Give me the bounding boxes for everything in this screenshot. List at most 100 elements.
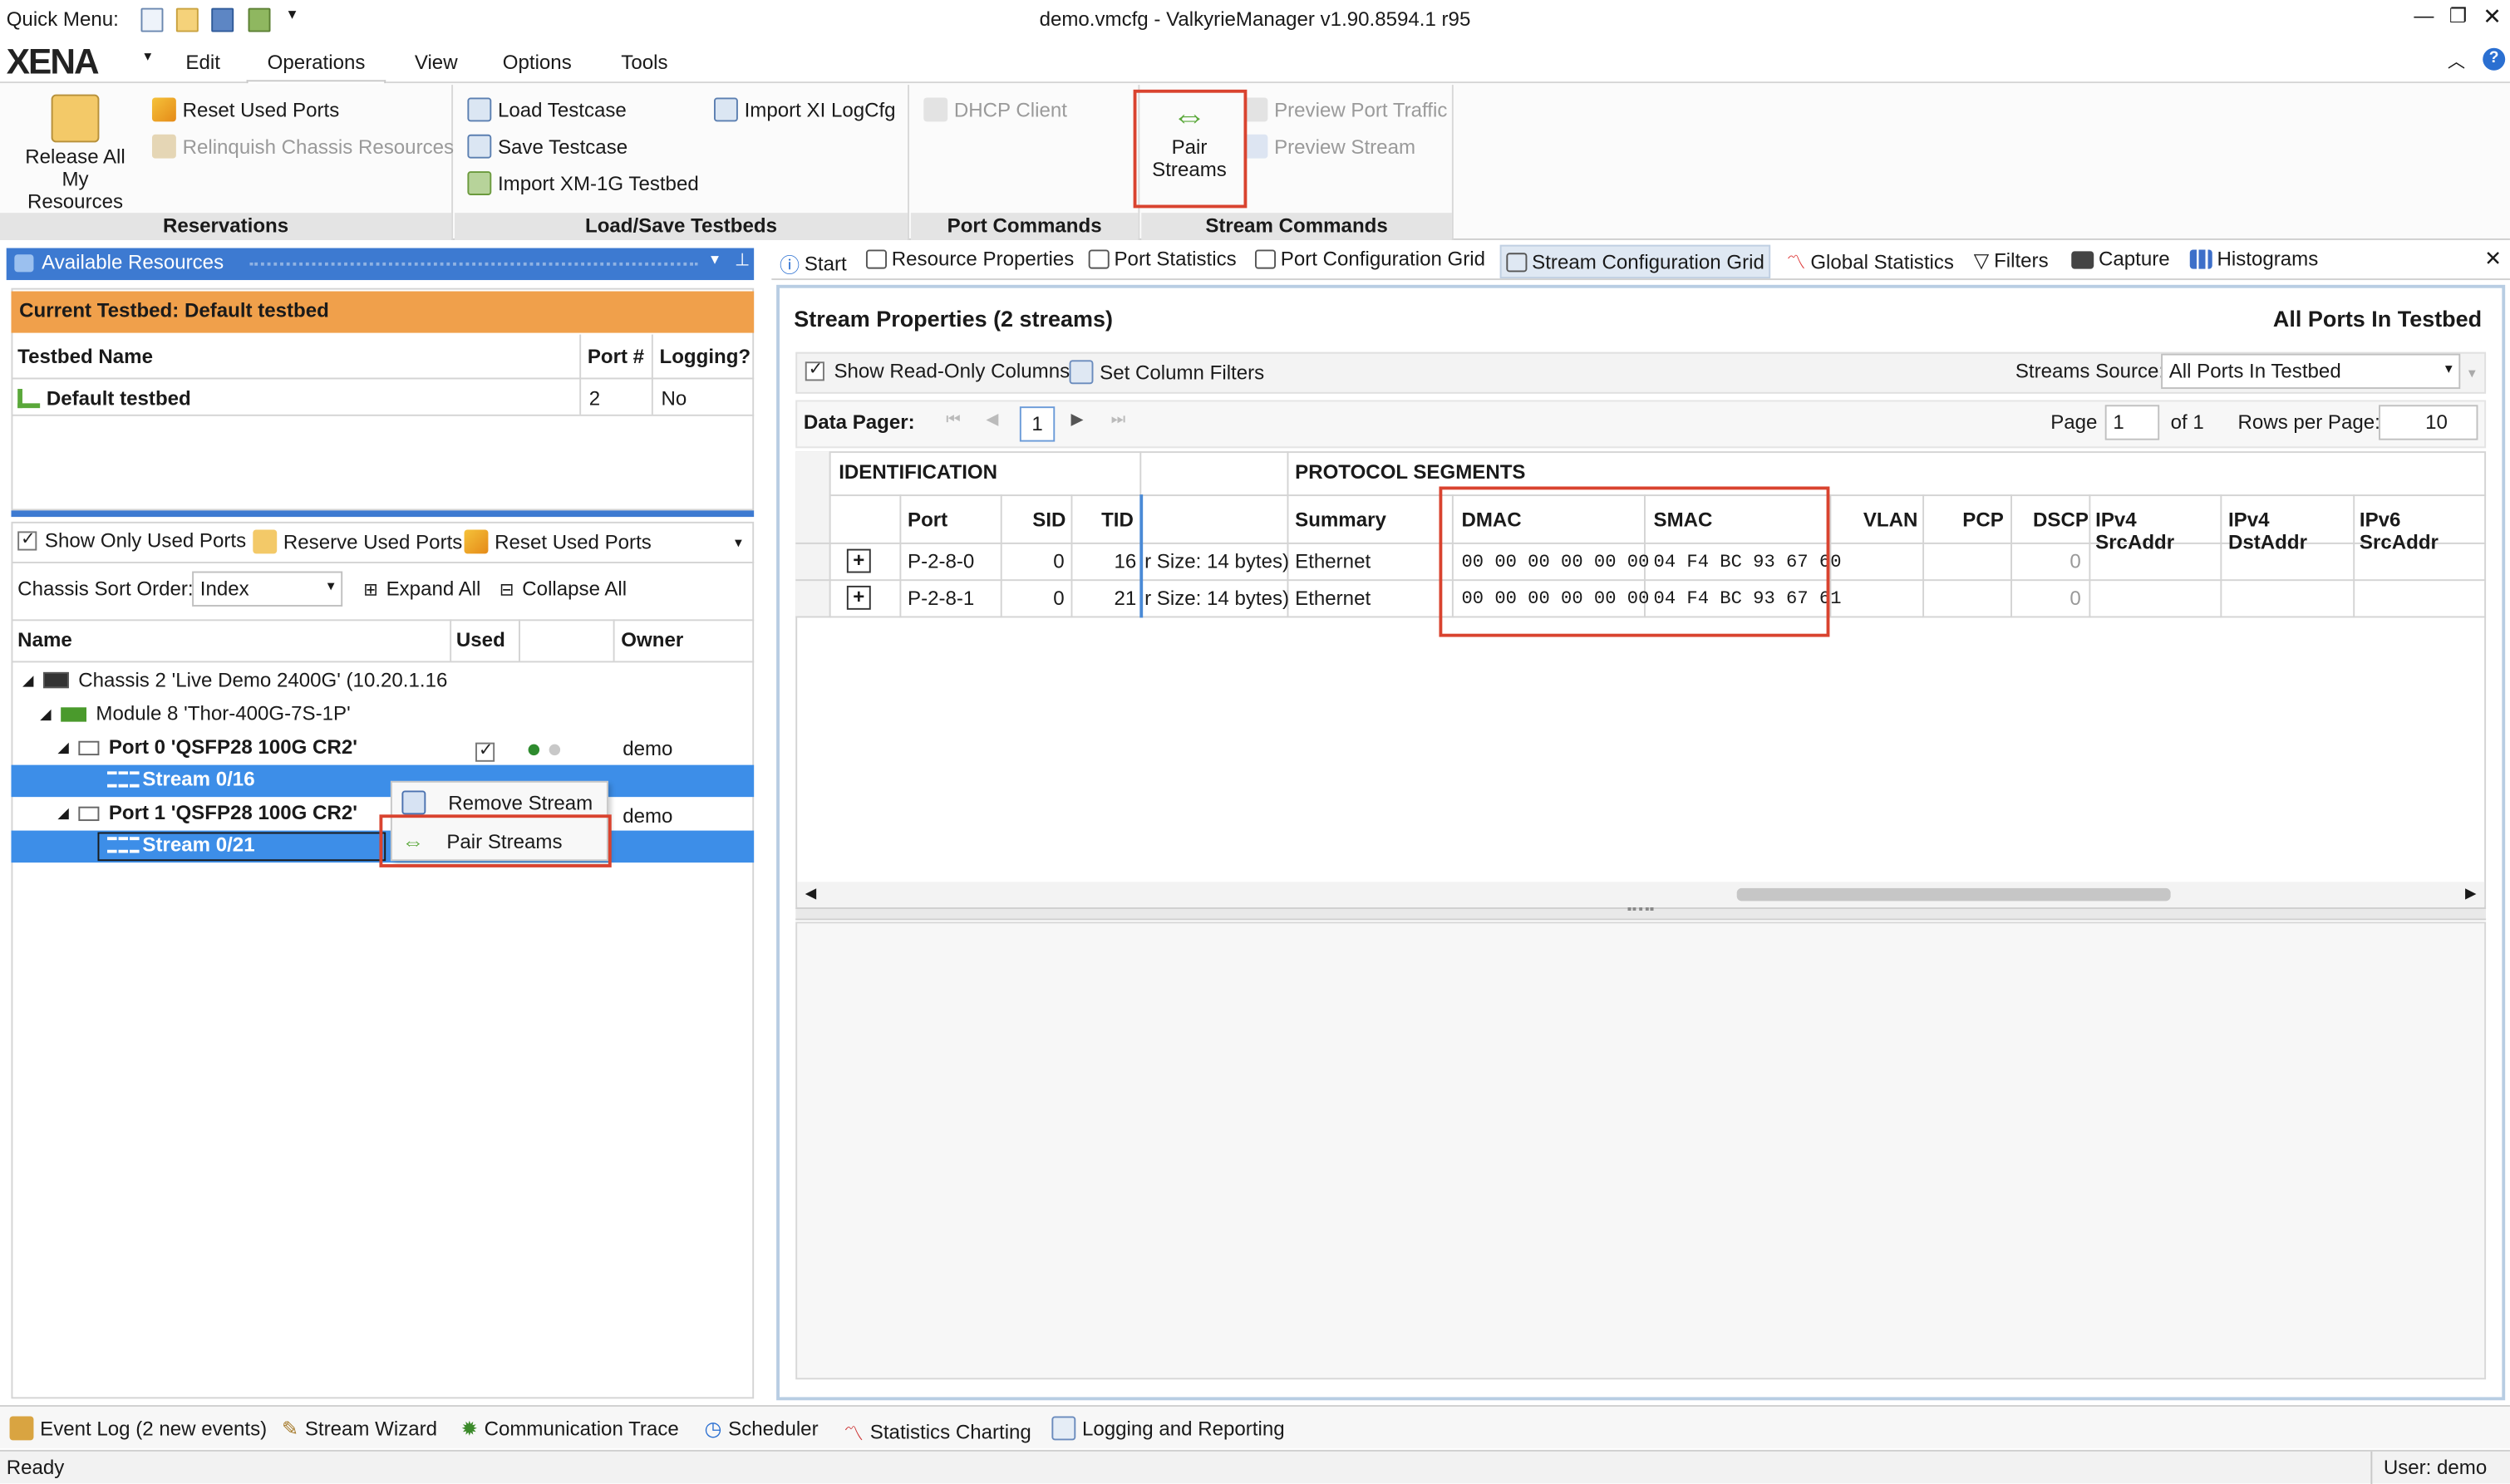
import-xm-button[interactable]: Import XM-1G Testbed <box>467 171 699 195</box>
scroll-right-icon[interactable]: ▶ <box>2465 885 2476 902</box>
tab-capture[interactable]: Capture <box>2071 248 2170 270</box>
tab-global-statistics[interactable]: 〽 Global Statistics <box>1786 248 1954 276</box>
page-1-button[interactable]: 1 <box>1019 406 1056 442</box>
tree-port-0[interactable]: ◢ Port 0 'QSFP28 100G CR2' <box>57 736 357 759</box>
toolbar-overflow-icon[interactable]: ▾ <box>735 534 742 552</box>
tab-statistics-charting[interactable]: 〽 Statistics Charting <box>844 1417 1031 1447</box>
port-icon <box>78 740 100 755</box>
tab-port-statistics[interactable]: Port Statistics <box>1088 248 1237 270</box>
rows-per-page-input[interactable]: 10 <box>2379 405 2478 440</box>
scroll-left-icon[interactable]: ◀ <box>805 885 816 902</box>
minimize-icon[interactable]: — <box>2414 5 2434 27</box>
tab-stream-configuration-grid[interactable]: Stream Configuration Grid <box>1499 244 1771 279</box>
streams-source-select[interactable]: All Ports In Testbed ▾ <box>2161 353 2461 390</box>
pin-icon[interactable]: ⊥ <box>735 249 750 270</box>
col-summary[interactable]: Summary <box>1295 509 1386 531</box>
pane-splitter[interactable] <box>11 510 755 518</box>
menu-view[interactable]: View <box>415 52 458 74</box>
menu-options[interactable]: Options <box>503 52 572 74</box>
tree-stream-0-row[interactable]: Stream 0/16 <box>11 764 755 798</box>
menu-edit[interactable]: Edit <box>185 52 219 74</box>
save-testcase-button[interactable]: Save Testcase <box>467 134 628 159</box>
port-0-used-checkbox[interactable] <box>475 739 495 762</box>
menu-remove-stream[interactable]: Remove Stream <box>401 790 593 815</box>
col-port[interactable]: Port <box>908 509 947 531</box>
col-vlan[interactable]: VLAN <box>1863 509 1918 531</box>
col-pcp[interactable]: PCP <box>1962 509 2004 531</box>
tab-start[interactable]: ⓘ Start <box>780 248 847 279</box>
col-logging[interactable]: Logging? <box>660 346 751 368</box>
expand-row-icon[interactable]: + <box>846 585 871 610</box>
tree-chassis[interactable]: ◢ Chassis 2 'Live Demo 2400G' (10.20.1.1… <box>22 669 447 691</box>
last-page-icon[interactable]: ⏭ <box>1111 411 1125 429</box>
menu-operations[interactable]: Operations <box>268 52 366 74</box>
tree-port-1[interactable]: ◢ Port 1 'QSFP28 100G CR2' <box>57 802 357 824</box>
pane-dropdown-icon[interactable]: ▾ <box>711 251 719 268</box>
next-page-icon[interactable]: ▶ <box>1070 411 1083 429</box>
info-icon: ⓘ <box>779 254 800 278</box>
dhcp-client-button[interactable]: DHCP Client <box>923 97 1067 122</box>
tab-histograms[interactable]: Histograms <box>2189 248 2318 270</box>
tree-module[interactable]: ◢ Module 8 'Thor-400G-7S-1P' <box>40 703 351 725</box>
horizontal-scrollbar[interactable]: ◀ ▶ <box>797 882 2485 908</box>
scrollbar-thumb[interactable] <box>1736 887 2171 902</box>
chevron-down-icon: ▾ <box>327 577 335 594</box>
set-column-filters-button[interactable]: Set Column Filters <box>1069 360 1264 385</box>
collapse-ribbon-icon[interactable]: ︿ <box>2448 48 2465 74</box>
tab-port-configuration-grid[interactable]: Port Configuration Grid <box>1254 248 1485 270</box>
current-testbed-banner: Current Testbed: Default testbed <box>11 291 755 333</box>
data-pager-label: Data Pager: <box>803 410 915 434</box>
tab-event-log[interactable]: Event Log (2 new events) <box>9 1416 267 1441</box>
col-ipv4-src[interactable]: IPv4 SrcAddr <box>2095 509 2217 553</box>
preview-stream-button[interactable]: Preview Stream <box>1243 134 1415 159</box>
first-page-icon[interactable]: ⏮ <box>946 411 960 429</box>
close-icon[interactable]: ✕ <box>2483 3 2502 31</box>
import-xi-button[interactable]: Import XI LogCfg <box>713 97 896 122</box>
col-ipv4-dst[interactable]: IPv4 DstAddr <box>2228 509 2350 553</box>
show-only-used-ports-checkbox[interactable]: Show Only Used Ports <box>17 528 246 552</box>
grid-splitter[interactable] <box>795 907 2487 921</box>
expand-all-button[interactable]: ⊞ Expand All <box>363 577 480 600</box>
reserve-used-ports-button[interactable]: Reserve Used Ports <box>253 529 462 554</box>
col-ipv6-src[interactable]: IPv6 SrcAddr <box>2360 509 2484 553</box>
col-dscp[interactable]: DSCP <box>2033 509 2089 531</box>
testbed-row[interactable]: Default testbed <box>17 387 191 410</box>
left-reset-used-ports-button[interactable]: Reset Used Ports <box>464 529 652 554</box>
help-icon[interactable]: ? <box>2483 47 2506 71</box>
tab-resource-properties[interactable]: Resource Properties <box>865 248 1074 270</box>
preview-port-traffic-button[interactable]: Preview Port Traffic <box>1243 97 1447 122</box>
col-port-count[interactable]: Port # <box>588 346 644 368</box>
show-readonly-checkbox[interactable]: Show Read-Only Columns <box>805 358 1070 382</box>
dhcp-client-label: DHCP Client <box>953 98 1067 121</box>
tab-logging-reporting[interactable]: Logging and Reporting <box>1051 1416 1285 1441</box>
col-sid[interactable]: SID <box>1032 509 1066 531</box>
menu-tools[interactable]: Tools <box>621 52 667 74</box>
divider <box>1070 494 1073 618</box>
col-testbed-name[interactable]: Testbed Name <box>17 346 153 368</box>
page-input[interactable]: 1 <box>2104 405 2160 440</box>
sort-order-select[interactable]: Index ▾ <box>192 571 343 607</box>
release-all-button[interactable]: Release All My Resources <box>12 94 137 213</box>
restore-icon[interactable]: ❐ <box>2449 3 2468 27</box>
tab-stream-wizard[interactable]: ✎ Stream Wizard <box>282 1417 437 1440</box>
collapse-all-button[interactable]: ⊟ Collapse All <box>500 577 627 600</box>
column-resize-handle[interactable] <box>1139 494 1144 618</box>
app-menu-dropdown-icon[interactable]: ▾ <box>144 48 151 66</box>
load-testcase-button[interactable]: Load Testcase <box>467 97 627 122</box>
col-tid[interactable]: TID <box>1101 509 1134 531</box>
port-1-owner: demo <box>623 804 673 828</box>
close-tab-icon[interactable]: ✕ <box>2484 247 2502 273</box>
rows-per-page-label: Rows per Page: <box>2237 410 2380 434</box>
col-owner[interactable]: Owner <box>621 629 683 651</box>
col-name[interactable]: Name <box>17 629 72 651</box>
toolbar-overflow-icon[interactable]: ▾ <box>2468 365 2476 382</box>
reset-used-ports-button[interactable]: Reset Used Ports <box>151 97 339 122</box>
expand-row-icon[interactable]: + <box>846 548 871 573</box>
tab-filters[interactable]: ▽ Filters <box>1974 248 2049 272</box>
tab-scheduler[interactable]: ◷ Scheduler <box>704 1417 818 1441</box>
relinquish-button[interactable]: Relinquish Chassis Resources <box>151 134 454 159</box>
clock-icon: ◷ <box>704 1418 722 1441</box>
prev-page-icon[interactable]: ◀ <box>986 411 998 429</box>
col-used[interactable]: Used <box>456 629 505 651</box>
tab-communication-trace[interactable]: ✹ Communication Trace <box>461 1417 679 1440</box>
